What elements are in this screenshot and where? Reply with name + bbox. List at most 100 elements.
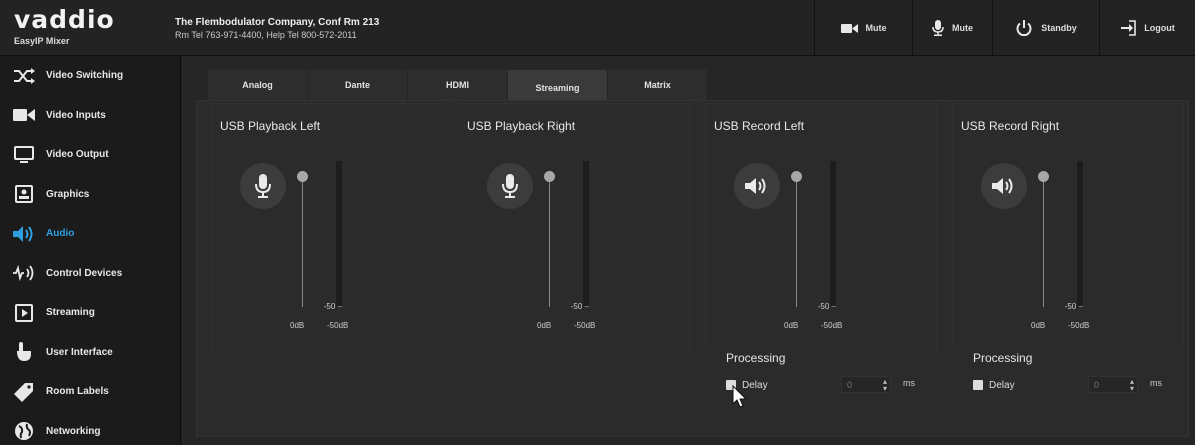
tab-matrix[interactable]: Matrix (608, 70, 708, 100)
slider-max-label: -50dB (821, 321, 843, 330)
sidebar-item-streaming[interactable]: Streaming (0, 293, 180, 333)
meter-tick-label: -50 – (1064, 302, 1083, 311)
delay-spinner[interactable]: ▴ ▾ (1130, 378, 1134, 393)
globe-icon (12, 421, 36, 441)
microphone-icon[interactable] (240, 163, 286, 209)
tab-streaming[interactable]: Streaming (508, 70, 608, 100)
tag-icon (12, 382, 36, 402)
processing-record-left: Processing Delay ▴▾ ms (719, 345, 939, 413)
slider-max-label: -50dB (327, 321, 349, 330)
header: vaddio EasyIP Mixer The Flembodulator Co… (0, 0, 1195, 56)
speaker-icon (12, 224, 36, 244)
delay-spinner[interactable]: ▴ ▾ (883, 378, 887, 393)
sidebar-item-label: Room Labels (46, 386, 109, 398)
sidebar-item-video-output[interactable]: Video Output (0, 135, 180, 175)
speaker-icon[interactable] (981, 163, 1027, 209)
sidebar-item-room-labels[interactable]: Room Labels (0, 372, 180, 412)
power-icon (1016, 20, 1032, 37)
slider-max-label: -50dB (1068, 321, 1090, 330)
level-meter (1077, 161, 1083, 308)
level-meter (583, 161, 589, 308)
control-devices-icon (12, 263, 36, 283)
sidebar-item-user-interface[interactable]: User Interface (0, 333, 180, 373)
slider-min-label: 0dB (290, 321, 305, 330)
slider-min-label: 0dB (537, 321, 552, 330)
tab-hdmi[interactable]: HDMI (408, 70, 508, 100)
logo-text: vaddio (14, 4, 115, 34)
company-name: The Flembodulator Company, Conf Rm 213 (175, 16, 380, 28)
microphone-icon (932, 20, 944, 36)
delay-checkbox[interactable] (973, 380, 983, 390)
sidebar: Video Switching Video Inputs Video Outpu… (0, 56, 181, 445)
channel-usb-record-right: USB Record Right -50 – 0dB -50dB (952, 103, 1184, 351)
meter-tick-label: -50 – (570, 302, 589, 311)
shuffle-icon (12, 66, 36, 86)
channel-title: USB Playback Left (220, 119, 321, 133)
volume-slider-handle[interactable] (791, 171, 802, 182)
sidebar-item-label: Streaming (46, 307, 95, 319)
meter-tick-label: -50 – (323, 302, 342, 311)
tab-dante[interactable]: Dante (308, 70, 408, 100)
delay-unit: ms (1150, 378, 1162, 388)
sidebar-item-control-devices[interactable]: Control Devices (0, 254, 180, 294)
volume-slider-handle[interactable] (1038, 171, 1049, 182)
slider-min-label: 0dB (1031, 321, 1046, 330)
vaddio-logo: vaddio EasyIP Mixer (0, 0, 175, 56)
level-meter (830, 161, 836, 308)
video-mute-label: Mute (865, 23, 887, 33)
sidebar-item-label: User Interface (46, 346, 113, 358)
slider-min-label: 0dB (784, 321, 799, 330)
header-actions: Mute Mute Standby Logout (814, 0, 1195, 56)
volume-slider-handle[interactable] (544, 171, 555, 182)
graphics-icon (12, 184, 36, 204)
audio-tabs: Analog Dante HDMI Streaming Matrix (208, 70, 708, 100)
user-interface-icon (12, 342, 36, 362)
volume-slider-track[interactable] (302, 177, 303, 307)
channel-title: USB Record Left (714, 119, 805, 133)
streaming-panel: USB Playback Left -50 – 0dB -50dB USB Pl… (196, 100, 1189, 437)
sidebar-item-video-inputs[interactable]: Video Inputs (0, 96, 180, 136)
standby-button[interactable]: Standby (992, 0, 1099, 56)
channel-usb-playback-right: USB Playback Right -50 – 0dB -50dB (458, 103, 690, 351)
logout-icon (1121, 20, 1137, 36)
channel-usb-record-left: USB Record Left -50 – 0dB -50dB (705, 103, 937, 351)
sidebar-item-label: Video Inputs (46, 109, 106, 121)
sidebar-item-networking[interactable]: Networking (0, 412, 180, 445)
microphone-icon[interactable] (487, 163, 533, 209)
channel-title: USB Record Right (961, 119, 1060, 133)
volume-slider-handle[interactable] (297, 171, 308, 182)
audio-mute-button[interactable]: Mute (912, 0, 992, 56)
delay-label: Delay (989, 379, 1015, 391)
processing-title: Processing (973, 351, 1033, 365)
main-content: Analog Dante HDMI Streaming Matrix USB P… (182, 56, 1195, 445)
volume-slider-track[interactable] (549, 177, 550, 307)
sidebar-item-label: Control Devices (46, 267, 123, 279)
video-camera-icon (840, 23, 858, 33)
sidebar-item-label: Video Output (46, 149, 109, 161)
mouse-cursor-icon (732, 385, 748, 408)
standby-label: Standby (1041, 23, 1077, 33)
logout-label: Logout (1144, 23, 1175, 33)
sidebar-item-video-switching[interactable]: Video Switching (0, 56, 180, 96)
sidebar-item-graphics[interactable]: Graphics (0, 175, 180, 215)
tab-analog[interactable]: Analog (208, 70, 308, 100)
audio-mute-label: Mute (952, 23, 973, 33)
company-phone: Rm Tel 763-971-4400, Help Tel 800-572-20… (175, 29, 357, 40)
slider-max-label: -50dB (574, 321, 596, 330)
volume-slider-track[interactable] (1043, 177, 1044, 307)
processing-record-right: Processing Delay ▴▾ ms (966, 345, 1186, 413)
video-mute-button[interactable]: Mute (814, 0, 912, 56)
video-camera-icon (12, 105, 36, 125)
sidebar-item-label: Graphics (46, 188, 90, 200)
logout-button[interactable]: Logout (1099, 0, 1195, 56)
processing-title: Processing (726, 351, 786, 365)
sidebar-item-audio[interactable]: Audio (0, 214, 180, 254)
meter-tick-label: -50 – (817, 302, 836, 311)
level-meter (336, 161, 342, 308)
monitor-icon (12, 145, 36, 165)
speaker-icon[interactable] (734, 163, 780, 209)
play-icon (12, 303, 36, 323)
volume-slider-track[interactable] (796, 177, 797, 307)
sidebar-item-label: Video Switching (46, 70, 124, 82)
sidebar-item-label: Audio (46, 228, 75, 240)
